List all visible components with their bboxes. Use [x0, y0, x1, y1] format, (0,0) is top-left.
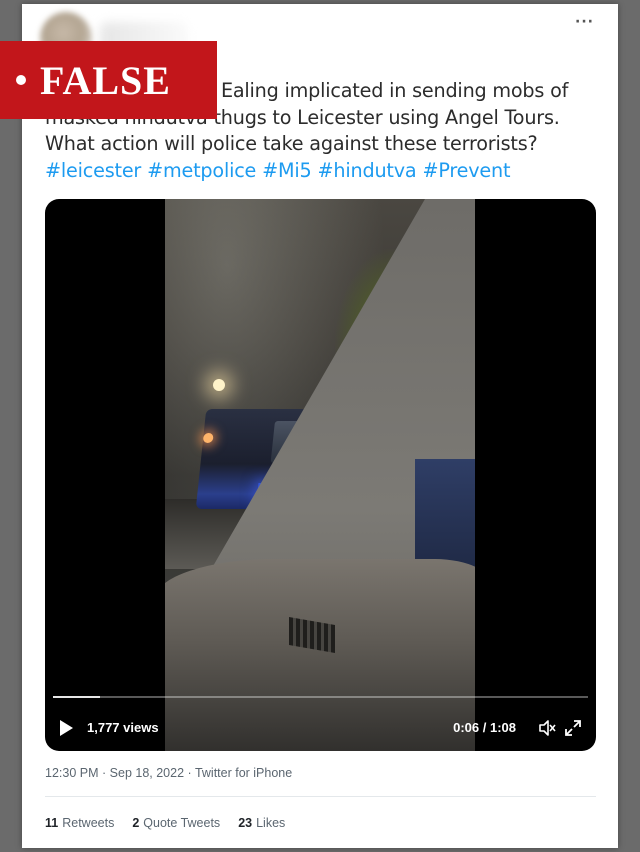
- video-time: 0:06 / 1:08: [453, 720, 516, 735]
- video-progress-bar[interactable]: [53, 696, 588, 698]
- tweet-date[interactable]: Sep 18, 2022: [110, 766, 184, 780]
- likes-label: Likes: [256, 816, 286, 830]
- tweet-text-line: What action will police take against the…: [45, 132, 538, 155]
- hashtag-list: #leicester #metpolice #Mi5 #hindutva #Preven…: [45, 158, 605, 185]
- view-count: 1,777 views: [87, 720, 159, 735]
- volume-muted-icon[interactable]: [538, 719, 556, 737]
- bullet-dot: [16, 75, 26, 85]
- tweet-card: ··· A Hindu Temple in Ealing implicated …: [0, 4, 618, 848]
- meta-separator: ·: [187, 766, 192, 780]
- hashtag-link[interactable]: #Prevent: [422, 159, 510, 182]
- hashtag-link[interactable]: #Mi5: [262, 159, 312, 182]
- engagement-stats: 11 Retweets 2 Quote Tweets 23 Likes: [45, 816, 285, 830]
- expand-icon[interactable]: [564, 719, 582, 737]
- video-controls: 1,777 views 0:06 / 1:08: [45, 704, 596, 751]
- play-icon[interactable]: [59, 719, 73, 736]
- false-label-banner: FALSE: [0, 41, 217, 119]
- video-player[interactable]: 1,777 views 0:06 / 1:08: [45, 199, 596, 751]
- video-progress-fill: [53, 696, 101, 698]
- tweet-meta: 12:30 PM · Sep 18, 2022 · Twitter for iP…: [45, 766, 292, 780]
- hashtag-link[interactable]: #metpolice: [147, 159, 256, 182]
- meta-separator: ·: [102, 766, 107, 780]
- quote-tweets-label: Quote Tweets: [143, 816, 221, 830]
- false-label: FALSE: [40, 57, 171, 103]
- retweets-count: 11: [45, 816, 59, 830]
- divider: [45, 796, 596, 797]
- hashtag-link[interactable]: #leicester: [45, 159, 141, 182]
- quote-tweets-count: 2: [132, 816, 140, 830]
- likes-stat[interactable]: 23 Likes: [238, 816, 285, 830]
- video-frame: [165, 199, 475, 751]
- video-bus-light: [202, 433, 214, 443]
- quote-tweets-stat[interactable]: 2 Quote Tweets: [132, 816, 220, 830]
- tweet-time[interactable]: 12:30 PM: [45, 766, 99, 780]
- hashtag-link[interactable]: #hindutva: [318, 159, 417, 182]
- more-options-icon[interactable]: ···: [575, 14, 594, 30]
- retweets-label: Retweets: [62, 816, 115, 830]
- tweet-source: Twitter for iPhone: [194, 766, 293, 780]
- likes-count: 23: [238, 816, 253, 830]
- video-streetlight: [213, 379, 225, 391]
- retweets-stat[interactable]: 11 Retweets: [45, 816, 114, 830]
